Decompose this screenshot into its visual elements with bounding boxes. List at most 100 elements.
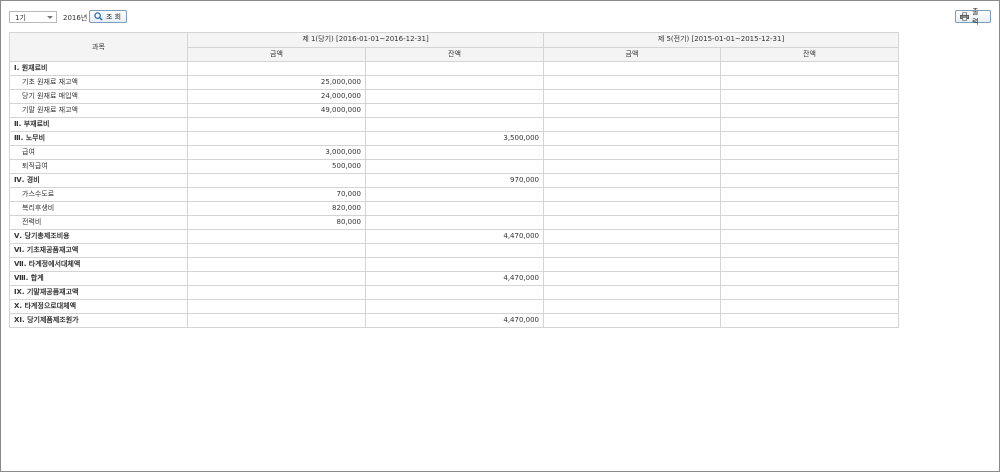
prior-balance-cell [720,201,899,216]
current-balance-cell [365,201,544,216]
current-balance-cell [365,145,544,160]
row-label: ⅩⅠ. 당기제품제조원가 [9,313,188,328]
table-row[interactable]: 급여 3,000,000 [9,145,899,160]
current-balance-header: 잔액 [365,46,544,62]
prior-amount-header: 금액 [543,46,721,62]
table-row[interactable]: 퇴직급여 500,000 [9,159,899,174]
table-row[interactable]: Ⅴ. 당기총제조비용 4,470,000 [9,229,899,244]
prior-balance-cell [720,173,899,188]
current-balance-cell [365,285,544,300]
prior-amount-cell [543,229,721,244]
table-row[interactable]: ⅩⅠ. 당기제품제조원가 4,470,000 [9,313,899,328]
current-amount-cell: 70,000 [187,187,366,202]
prior-balance-cell [720,299,899,314]
print-button-label: 출 력 [972,7,979,26]
current-amount-cell [187,173,366,188]
period-select[interactable]: 1기 [9,11,57,23]
table-row[interactable]: Ⅳ. 경비 970,000 [9,173,899,188]
table-row[interactable]: 당기 원재료 매입액 24,000,000 [9,89,899,104]
prior-amount-cell [543,103,721,118]
row-label: 기말 원재료 재고액 [9,103,188,118]
row-label: Ⅶ. 타계정에서대체액 [9,257,188,272]
row-label: 복리후생비 [9,201,188,216]
current-balance-cell: 4,470,000 [365,229,544,244]
current-balance-cell [365,89,544,104]
current-balance-cell [365,243,544,258]
prior-balance-cell [720,131,899,146]
table-row[interactable]: 기초 원재료 재고액 25,000,000 [9,75,899,90]
row-label: Ⅲ. 노무비 [9,131,188,146]
table-row[interactable]: 기말 원재료 재고액 49,000,000 [9,103,899,118]
row-label: Ⅱ. 부재료비 [9,117,188,132]
table-row[interactable]: 전력비 80,000 [9,215,899,230]
print-button[interactable]: 출 력 [955,8,991,26]
current-amount-cell [187,271,366,286]
current-amount-cell [187,131,366,146]
current-amount-cell: 500,000 [187,159,366,174]
row-label: 기초 원재료 재고액 [9,75,188,90]
prior-amount-cell [543,299,721,314]
prior-balance-cell [720,75,899,90]
prior-balance-cell [720,257,899,272]
prior-balance-cell [720,89,899,104]
search-button[interactable]: 조 회 [89,10,127,23]
prior-amount-cell [543,173,721,188]
prior-balance-cell [720,117,899,132]
current-amount-cell: 80,000 [187,215,366,230]
current-balance-cell [365,257,544,272]
current-amount-cell: 49,000,000 [187,103,366,118]
row-label: Ⅹ. 타계정으로대체액 [9,299,188,314]
current-balance-cell: 4,470,000 [365,271,544,286]
current-amount-cell [187,313,366,328]
row-label: Ⅸ. 기말재공품재고액 [9,285,188,300]
row-label: Ⅰ. 원재료비 [9,61,188,76]
current-amount-cell [187,61,366,76]
current-balance-cell [365,103,544,118]
current-amount-cell [187,257,366,272]
row-label: Ⅷ. 합계 [9,271,188,286]
current-balance-cell: 3,500,000 [365,131,544,146]
current-amount-cell: 25,000,000 [187,75,366,90]
prior-balance-header: 잔액 [720,46,899,62]
table-row[interactable]: 가스수도료 70,000 [9,187,899,202]
prior-balance-cell [720,271,899,286]
prior-amount-cell [543,131,721,146]
prior-balance-cell [720,145,899,160]
table-row[interactable]: Ⅶ. 타계정에서대체액 [9,257,899,272]
current-amount-header: 금액 [187,46,366,62]
table-row[interactable]: Ⅱ. 부재료비 [9,117,899,132]
table-row[interactable]: Ⅹ. 타계정으로대체액 [9,299,899,314]
current-balance-cell [365,299,544,314]
year-label: 2016년 [63,14,88,22]
row-label: 당기 원재료 매입액 [9,89,188,104]
current-amount-cell [187,285,366,300]
prior-balance-cell [720,159,899,174]
current-amount-cell [187,243,366,258]
prior-balance-cell [720,243,899,258]
table-row[interactable]: Ⅵ. 기초재공품재고액 [9,243,899,258]
prior-amount-cell [543,201,721,216]
table-row[interactable]: Ⅷ. 합계 4,470,000 [9,271,899,286]
prior-period-header: 제 5(전기) [2015-01-01~2015-12-31] [543,32,899,48]
prior-balance-cell [720,61,899,76]
prior-amount-cell [543,117,721,132]
table-row[interactable]: Ⅰ. 원재료비 [9,61,899,76]
prior-amount-cell [543,61,721,76]
current-amount-cell [187,229,366,244]
table-row[interactable]: Ⅸ. 기말재공품재고액 [9,285,899,300]
current-balance-cell [365,61,544,76]
prior-balance-cell [720,215,899,230]
row-label: 퇴직급여 [9,159,188,174]
row-label: 전력비 [9,215,188,230]
prior-amount-cell [543,313,721,328]
prior-amount-cell [543,145,721,160]
row-label: Ⅵ. 기초재공품재고액 [9,243,188,258]
current-amount-cell: 3,000,000 [187,145,366,160]
row-label: Ⅴ. 당기총제조비용 [9,229,188,244]
current-balance-cell [365,215,544,230]
toolbar: 1기 2016년 조 회 출 력 [9,8,991,27]
table-row[interactable]: Ⅲ. 노무비 3,500,000 [9,131,899,146]
prior-amount-cell [543,271,721,286]
current-balance-cell [365,187,544,202]
table-row[interactable]: 복리후생비 820,000 [9,201,899,216]
